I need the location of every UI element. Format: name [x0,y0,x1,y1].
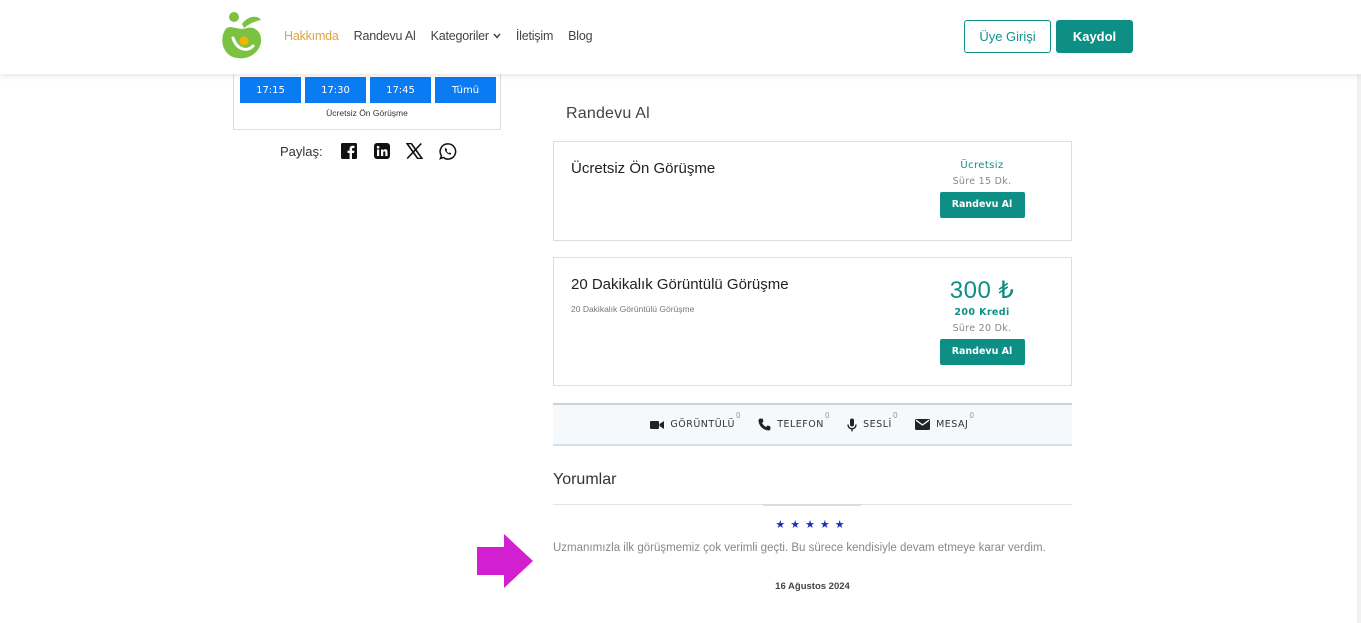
reviews-title: Yorumlar [553,471,617,488]
channel-count: 0 [969,411,975,420]
x-icon[interactable] [406,142,424,160]
facebook-icon[interactable] [340,142,358,160]
service-name: Ücretsiz Ön Görüşme [571,160,716,177]
nav-item-hakkimda[interactable]: Hakkımda [284,29,339,43]
channel-count: 0 [735,411,742,420]
time-slot-button[interactable]: 17:15 [240,77,301,103]
service-pricing: Ücretsiz Süre 15 Dk. Randevu Al [929,160,1035,218]
service-card: 20 Dakikalık Görüntülü Görüşme 20 Dakika… [553,257,1072,386]
channel-phone[interactable]: TELEFON 0 [758,411,830,431]
top-navbar: Hakkımda Randevu Al Kategoriler İletişim… [0,0,1361,74]
reviews-tab-indicator [763,504,861,506]
whatsapp-icon[interactable] [438,142,457,160]
channel-count: 0 [824,411,831,420]
service-description: 20 Dakikalık Görüntülü Görüşme [571,304,695,314]
share-label: Paylaş: [280,143,323,159]
service-duration: Süre 15 Dk. [952,176,1012,187]
channel-count: 0 [892,411,899,420]
nav-item-randevu-al[interactable]: Randevu Al [354,29,416,43]
nav-item-label: Kategoriler [430,29,489,43]
contact-channels: GÖRÜNTÜLÜ 0 TELEFON 0 SESLİ 0 MESAJ 0 [553,403,1072,446]
service-pricing: 300 ₺ 200 Kredi Süre 20 Dk. Randevu Al [929,276,1035,365]
nav-item-iletisim[interactable]: İletişim [516,29,553,43]
time-slot-button[interactable]: 17:30 [305,77,366,103]
review-date: 16 Ağustos 2024 [775,581,850,592]
page-scrollbar[interactable] [1357,0,1361,623]
channel-label: GÖRÜNTÜLÜ [670,419,735,430]
site-logo[interactable] [219,10,265,60]
channel-label: MESAJ [936,419,969,430]
book-appointment-button[interactable]: Randevu Al [939,192,1025,218]
main-nav: Hakkımda Randevu Al Kategoriler İletişim… [284,29,607,43]
service-credit: 200 Kredi [954,307,1010,318]
chevron-down-icon [493,33,501,39]
pointer-arrow-icon [477,534,533,588]
service-name: 20 Dakikalık Görüntülü Görüşme [571,276,789,293]
nav-item-kategoriler[interactable]: Kategoriler [431,29,501,43]
phone-icon [758,418,771,431]
linkedin-icon[interactable] [373,142,391,160]
channel-label: SESLİ [863,419,892,430]
review-stars: ★★★★★ [775,518,850,531]
service-duration: Süre 20 Dk. [952,323,1012,334]
service-price-label: Ücretsiz [960,160,1004,171]
section-title: Randevu Al [566,105,650,122]
channel-video[interactable]: GÖRÜNTÜLÜ 0 [650,411,741,430]
envelope-icon [915,419,931,430]
nav-item-blog[interactable]: Blog [568,29,592,43]
service-price: 300 ₺ [949,277,1015,304]
video-icon [650,420,665,429]
login-button[interactable]: Üye Girişi [964,20,1051,53]
service-card: Ücretsiz Ön Görüşme Ücretsiz Süre 15 Dk.… [553,141,1072,241]
slot-caption: Ücretsiz Ön Görüşme [326,108,408,118]
share-bar: Paylaş: [280,142,472,160]
channel-label: TELEFON [777,419,824,430]
all-slots-button[interactable]: Tümü [435,77,496,103]
review-text: Uzmanımızla ilk görüşmemiz çok verimli g… [553,542,1046,554]
microphone-icon [847,418,857,431]
time-slot-button[interactable]: 17:45 [370,77,431,103]
channel-message[interactable]: MESAJ 0 [915,411,975,430]
time-slots: 17:15 17:30 17:45 Tümü [240,77,496,103]
channel-voice[interactable]: SESLİ 0 [847,411,898,432]
book-appointment-button[interactable]: Randevu Al [939,339,1025,365]
register-button[interactable]: Kaydol [1056,20,1133,53]
